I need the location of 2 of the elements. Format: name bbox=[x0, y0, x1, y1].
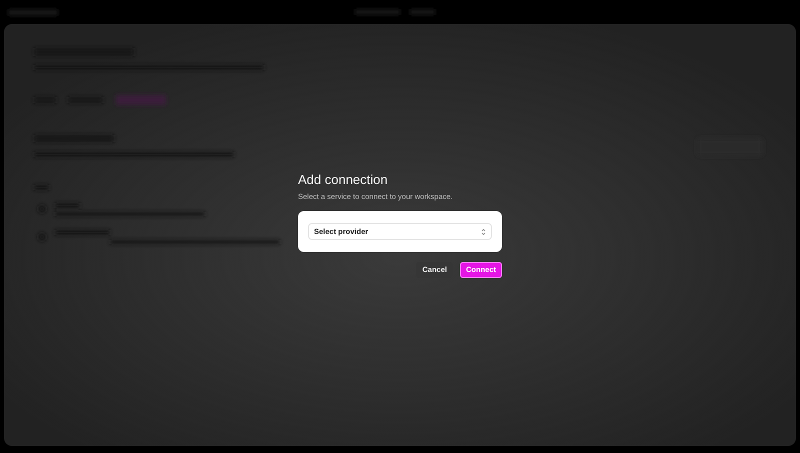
dialog-title: Add connection bbox=[298, 172, 389, 188]
chevron-updown-icon bbox=[481, 228, 486, 236]
